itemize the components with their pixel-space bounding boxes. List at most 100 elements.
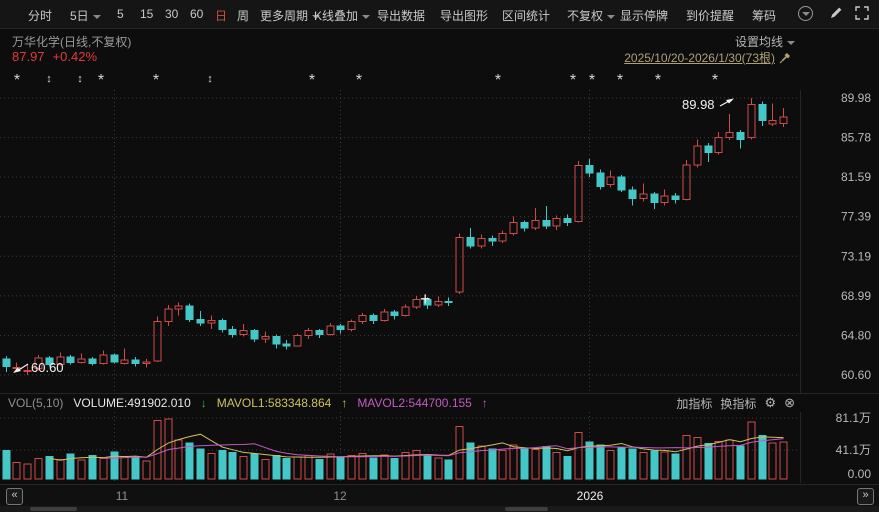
toolbar-item-8[interactable]: 更多周期 [260, 7, 321, 24]
split-marker-icon[interactable]: ↕ [207, 72, 213, 87]
candle [66, 356, 75, 364]
candle [704, 145, 713, 153]
candle [498, 233, 507, 242]
volume-bar [444, 459, 453, 480]
volume-bar [779, 441, 788, 480]
collapse-circle-icon[interactable] [798, 6, 814, 22]
volume-bar [693, 437, 702, 480]
toolbar-item-3[interactable]: 15 [140, 7, 153, 21]
price-axis-label: 64.80 [841, 328, 871, 342]
volume-bar [315, 458, 324, 480]
event-marker-icon[interactable]: * [98, 72, 104, 89]
candle [304, 330, 313, 336]
switch-indicator-button[interactable]: 换指标 [720, 395, 756, 412]
toolbar: 分时 5日 5 15 30 60 日周更多周期 K线叠加 导出数据 导出图形 区间统计 不复权 显示停牌… [0, 0, 879, 29]
candle [131, 359, 140, 365]
scroll-left-button[interactable]: « [6, 488, 23, 505]
event-marker-icon[interactable]: * [356, 72, 362, 89]
volume-bar [574, 431, 583, 480]
time-axis-label: 2026 [576, 489, 604, 503]
toolbar-item-4[interactable]: 30 [165, 7, 178, 21]
candle [336, 325, 345, 331]
price-axis-label: 81.59 [841, 170, 871, 184]
volume-bar [650, 450, 659, 480]
volume-bar [12, 461, 21, 480]
main-chart[interactable]: 89.98 85.78 81.59 77.39 73.19 68.99 64.80 60.60 [0, 90, 879, 393]
toolbar-item-14[interactable]: 显示停牌 [620, 7, 668, 24]
candle [185, 305, 194, 320]
date-range-link[interactable]: 2025/10/20-2026/1/30(73根) [624, 49, 791, 66]
volume-bar [390, 458, 399, 480]
ma-settings-button[interactable]: 设置均线 [735, 33, 795, 50]
volume-bar [250, 453, 259, 480]
candle [606, 176, 615, 186]
fullscreen-icon[interactable] [854, 6, 870, 22]
volume-value: VOLUME:491902.010 [73, 396, 191, 410]
event-marker-icon[interactable]: * [589, 72, 595, 89]
pin-icon [779, 52, 790, 63]
event-marker-icon[interactable]: * [309, 72, 315, 89]
candle [315, 330, 324, 335]
gear-icon[interactable]: ⚙ [764, 395, 776, 411]
pen-icon[interactable] [828, 6, 844, 22]
candle [228, 329, 237, 335]
event-marker-icon[interactable]: * [617, 72, 623, 89]
volume-bar [293, 456, 302, 480]
candle [693, 145, 702, 166]
candle [153, 320, 162, 362]
toolbar-item-10[interactable]: 导出数据 [377, 7, 425, 24]
split-marker-icon[interactable]: ↕ [46, 72, 52, 87]
toolbar-item-0[interactable]: 分时 [28, 7, 52, 24]
volume-bar [185, 442, 194, 480]
toolbar-item-12[interactable]: 区间统计 [502, 7, 550, 24]
scroll-right-button[interactable]: » [857, 488, 874, 505]
scrollbar-handle[interactable] [30, 507, 77, 511]
volume-bar [596, 444, 605, 480]
volume-bar [758, 434, 767, 480]
toolbar-item-7[interactable]: 周 [237, 7, 249, 24]
event-marker-icon[interactable]: * [153, 72, 159, 89]
candle [77, 358, 86, 364]
volume-chart[interactable]: 81.1万 41.1万 0.00 [0, 412, 879, 483]
toolbar-item-9[interactable]: K线叠加 [314, 7, 371, 24]
volume-bar [207, 452, 216, 480]
candle [196, 318, 205, 324]
event-marker-icon[interactable]: * [655, 72, 661, 89]
volume-bar [174, 439, 183, 480]
scrollbar-handle[interactable] [505, 507, 548, 511]
volume-bar [45, 455, 54, 480]
close-circle-icon[interactable]: ⊗ [784, 395, 795, 411]
event-marker-icon[interactable]: * [14, 72, 20, 89]
chevron-down-icon [92, 14, 101, 19]
mavol2-value: MAVOL2:544700.155 [357, 396, 472, 410]
candle [768, 119, 777, 125]
horizontal-scrollbar[interactable] [0, 506, 879, 512]
volume-down-arrow-icon: ↓ [200, 396, 207, 410]
add-indicator-button[interactable]: 加指标 [676, 395, 712, 412]
toolbar-item-2[interactable]: 5 [117, 7, 124, 21]
time-axis-label: 11 [115, 489, 129, 503]
toolbar-item-11[interactable]: 导出图形 [440, 7, 488, 24]
volume-bar [142, 460, 151, 480]
volume-bar [99, 458, 108, 480]
candle [88, 358, 97, 365]
volume-bar [304, 455, 313, 480]
candle [2, 358, 11, 368]
split-marker-icon[interactable]: ↕ [77, 72, 83, 87]
event-marker-icon[interactable]: * [495, 72, 501, 89]
chevron-down-icon [787, 40, 795, 45]
volume-bar [617, 446, 626, 480]
toolbar-item-15[interactable]: 到价提醒 [686, 7, 734, 24]
volume-bar [380, 454, 389, 480]
toolbar-item-1[interactable]: 5日 [70, 7, 101, 24]
last-price: 87.97 [12, 49, 45, 64]
candle [477, 237, 486, 247]
event-marker-icon[interactable]: * [570, 72, 576, 89]
toolbar-item-13[interactable]: 不复权 [567, 7, 616, 24]
toolbar-item-5[interactable]: 60 [190, 7, 203, 21]
volume-bar [542, 446, 551, 480]
toolbar-item-16[interactable]: 筹码 [752, 7, 776, 24]
toolbar-item-6[interactable]: 日 [215, 7, 227, 24]
event-marker-icon[interactable]: * [712, 72, 718, 89]
volume-bar [747, 421, 756, 480]
